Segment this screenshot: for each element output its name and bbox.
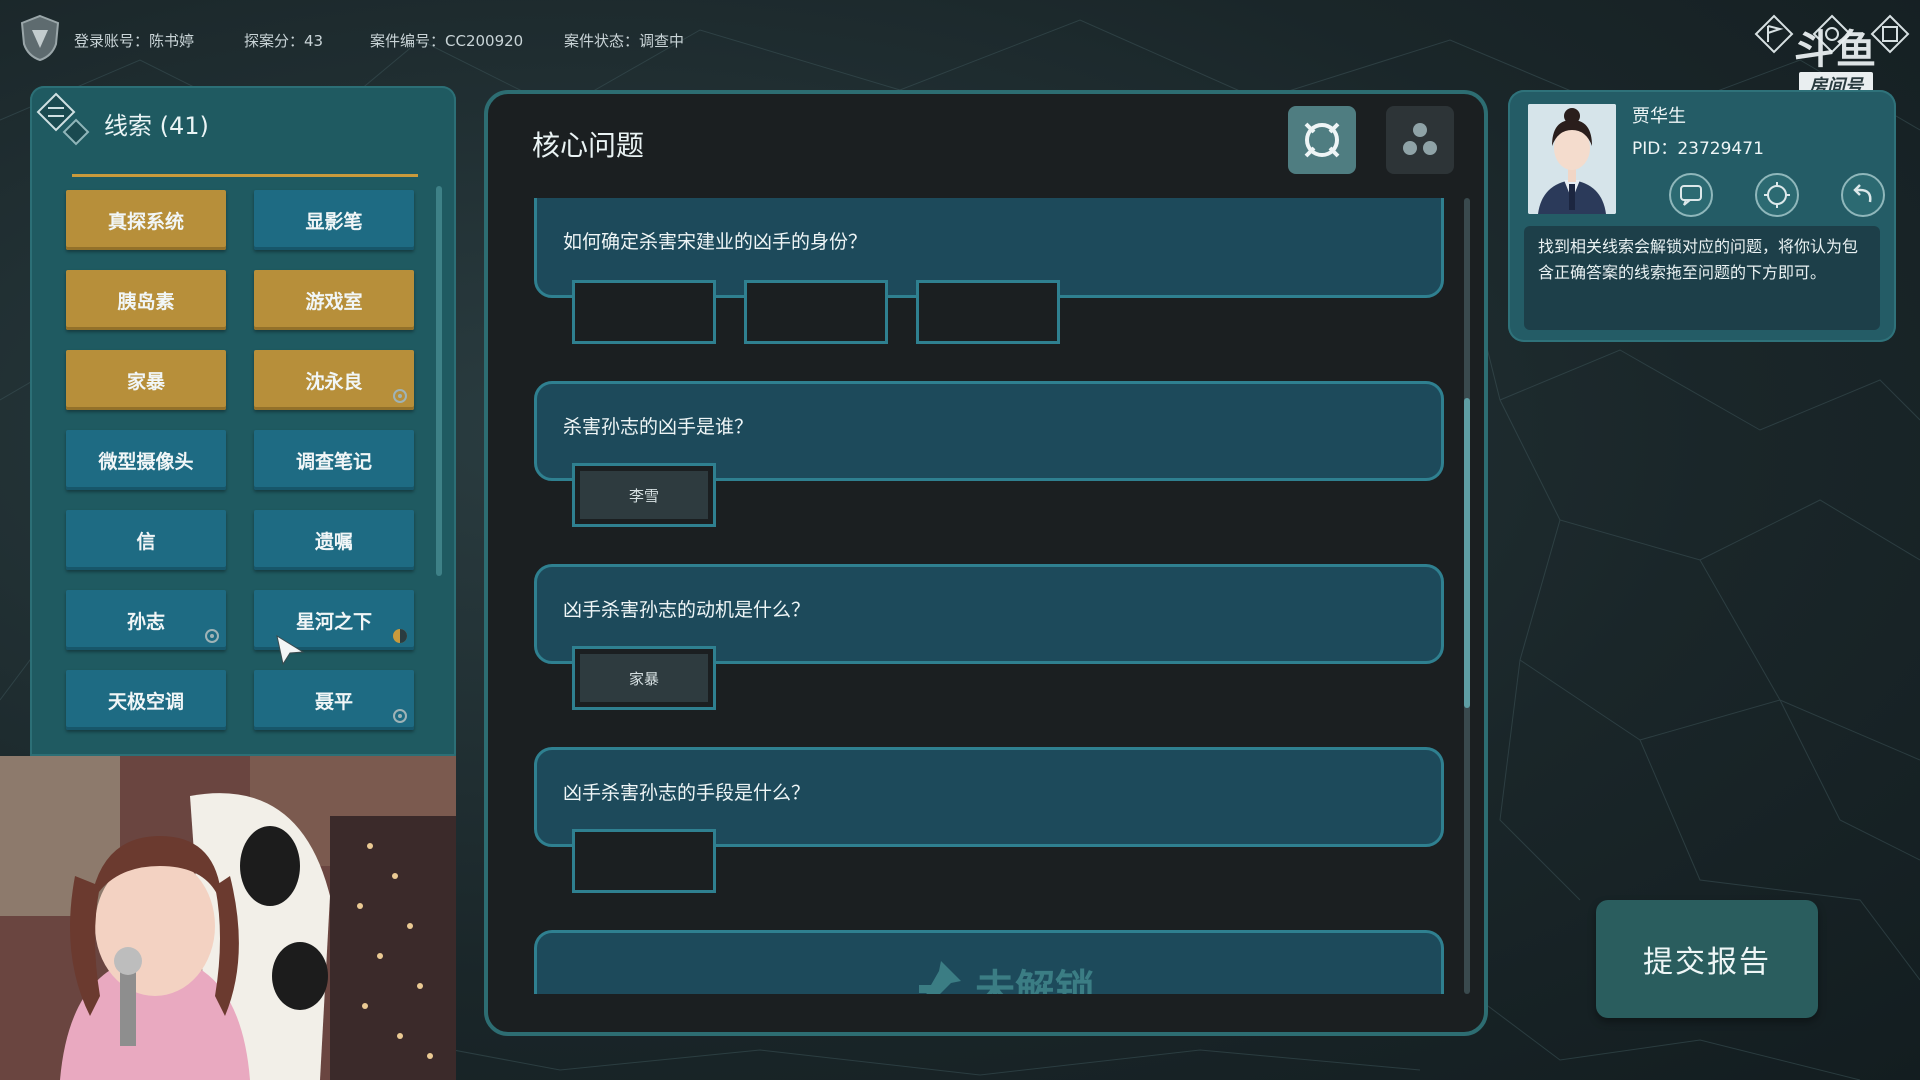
answer-slot-row [572, 280, 1060, 344]
case-number-label: 案件编号：CC200920 [370, 32, 524, 50]
core-panel-title: 核心问题 [532, 129, 645, 162]
locked-question-card: 未解锁 [534, 930, 1444, 994]
undo-arrow-icon[interactable] [1840, 172, 1886, 218]
clue-label: 家暴 [126, 370, 165, 393]
question-text: 凶手杀害孙志的手段是什么？ [563, 782, 811, 804]
clue-label: 信 [136, 530, 156, 553]
ring-icon [393, 389, 407, 403]
clue-card[interactable]: 信 [66, 510, 226, 570]
core-tool-cluster-button[interactable] [1386, 106, 1454, 174]
clue-divider [72, 174, 418, 177]
watermark-brand: 斗鱼 [1794, 27, 1878, 73]
clue-label: 沈永良 [305, 370, 363, 393]
answer-slot-row: 家暴 [572, 646, 716, 710]
answer-slot-label: 李雪 [628, 486, 659, 505]
shield-badge-icon [20, 14, 60, 62]
core-question-panel: 核心问题 如何确定杀害宋建业的凶手的身份？ 杀害孙志的凶手是谁？ 李雪凶手杀害孙志的… [484, 90, 1488, 1036]
clue-card[interactable]: 孙志 [66, 590, 226, 650]
clue-card[interactable]: 天极空调 [66, 670, 226, 730]
badge-shield-icon[interactable] [1754, 172, 1800, 218]
chat-bubble-icon[interactable] [1668, 172, 1714, 218]
clue-label: 调查笔记 [295, 450, 372, 473]
clue-card[interactable]: 真探系统 [66, 190, 226, 250]
locked-question-block: 未解锁 [534, 930, 1444, 994]
question-block: 杀害孙志的凶手是谁？ 李雪 [534, 381, 1444, 564]
answer-slot-label: 家暴 [628, 669, 659, 688]
clue-label: 显影笔 [305, 210, 363, 233]
npc-avatar [1528, 104, 1616, 214]
score-label: 探案分：43 [244, 32, 324, 50]
question-list[interactable]: 如何确定杀害宋建业的凶手的身份？ 杀害孙志的凶手是谁？ 李雪凶手杀害孙志的动机是什么… [534, 198, 1444, 994]
question-block: 如何确定杀害宋建业的凶手的身份？ [534, 198, 1444, 381]
clue-card[interactable]: 胰岛素 [66, 270, 226, 330]
account-label: 登录账号：陈书婷 [74, 32, 195, 50]
clue-card[interactable]: 显影笔 [254, 190, 414, 250]
answer-slot-filled[interactable]: 李雪 [572, 463, 716, 527]
clue-diamond-icon [36, 92, 90, 146]
answer-slot-empty[interactable] [916, 280, 1060, 344]
question-block: 凶手杀害孙志的手段是什么？ [534, 747, 1444, 930]
clue-label: 胰岛素 [117, 290, 175, 313]
clue-card[interactable]: 沈永良 [254, 350, 414, 410]
clue-grid: 真探系统 显影笔胰岛素 游戏室家暴 沈永良微型摄像头 调查笔记信 遗嘱孙志 星河之下天极空调… [66, 190, 414, 730]
answer-slot-empty[interactable] [572, 280, 716, 344]
clue-card[interactable]: 微型摄像头 [66, 430, 226, 490]
top-status-bar: 登录账号：陈书婷 探案分：43 案件编号：CC200920 案件状态：调查中 [0, 0, 1920, 80]
core-tool-target-button[interactable] [1288, 106, 1356, 174]
clue-panel-header: 线索 (41) [30, 86, 456, 156]
clue-label: 孙志 [126, 610, 165, 633]
mouse-cursor-icon [276, 634, 305, 666]
clue-card[interactable]: 游戏室 [254, 270, 414, 330]
locked-label: 未解锁 [975, 967, 1095, 994]
clue-card[interactable]: 家暴 [66, 350, 226, 410]
cluster-dots-icon [1403, 123, 1437, 155]
clue-label: 天极空调 [107, 690, 184, 713]
npc-name: 贾华生 [1632, 106, 1686, 127]
clue-panel: 线索 (41) 真探系统 显影笔胰岛素 游戏室家暴 沈永良微型摄像头 调查笔记信 遗嘱孙志… [30, 86, 456, 756]
ring-icon [205, 629, 219, 643]
npc-pid: PID：23729471 [1632, 139, 1764, 159]
clue-label: 遗嘱 [314, 530, 353, 553]
answer-slot-row [572, 829, 716, 893]
submit-report-button[interactable]: 提交报告 [1596, 900, 1818, 1018]
clue-label: 微型摄像头 [98, 450, 194, 473]
clue-label: 聂平 [314, 690, 353, 713]
question-text: 杀害孙志的凶手是谁？ [563, 416, 754, 438]
clue-card[interactable]: 遗嘱 [254, 510, 414, 570]
clue-label: 真探系统 [107, 210, 184, 233]
answer-slot-row: 李雪 [572, 463, 716, 527]
case-status-label: 案件状态：调查中 [564, 32, 685, 50]
clue-label: 游戏室 [305, 290, 363, 313]
answer-slot-empty[interactable] [744, 280, 888, 344]
clue-card[interactable]: 调查笔记 [254, 430, 414, 490]
npc-hint-text: 找到相关线索会解锁对应的问题，将你认为包含正确答案的线索拖至问题的下方即可。 [1524, 226, 1880, 330]
locked-label-group: 未解锁 [907, 957, 1095, 994]
question-scrollbar[interactable] [1464, 198, 1470, 994]
half-moon-icon [393, 629, 407, 643]
question-text: 凶手杀害孙志的动机是什么？ [563, 599, 811, 621]
clue-panel-title: 线索 (41) [104, 112, 209, 140]
ring-icon [393, 709, 407, 723]
clue-card[interactable]: 聂平 [254, 670, 414, 730]
answer-slot-empty[interactable] [572, 829, 716, 893]
npc-action-group [1668, 172, 1886, 218]
target-ring-icon [1304, 122, 1340, 158]
streamer-webcam [0, 756, 456, 1080]
clue-scrollbar[interactable] [436, 186, 442, 576]
clue-label: 星河之下 [295, 610, 372, 633]
question-text: 如何确定杀害宋建业的凶手的身份？ [563, 231, 868, 253]
npc-card: 贾华生 PID：23729471 找到相关线索会解锁对应的问题，将你认为包含正确… [1508, 90, 1896, 342]
question-scroll-thumb[interactable] [1464, 398, 1470, 708]
pin-icon [919, 961, 961, 994]
question-block: 凶手杀害孙志的动机是什么？ 家暴 [534, 564, 1444, 747]
answer-slot-filled[interactable]: 家暴 [572, 646, 716, 710]
